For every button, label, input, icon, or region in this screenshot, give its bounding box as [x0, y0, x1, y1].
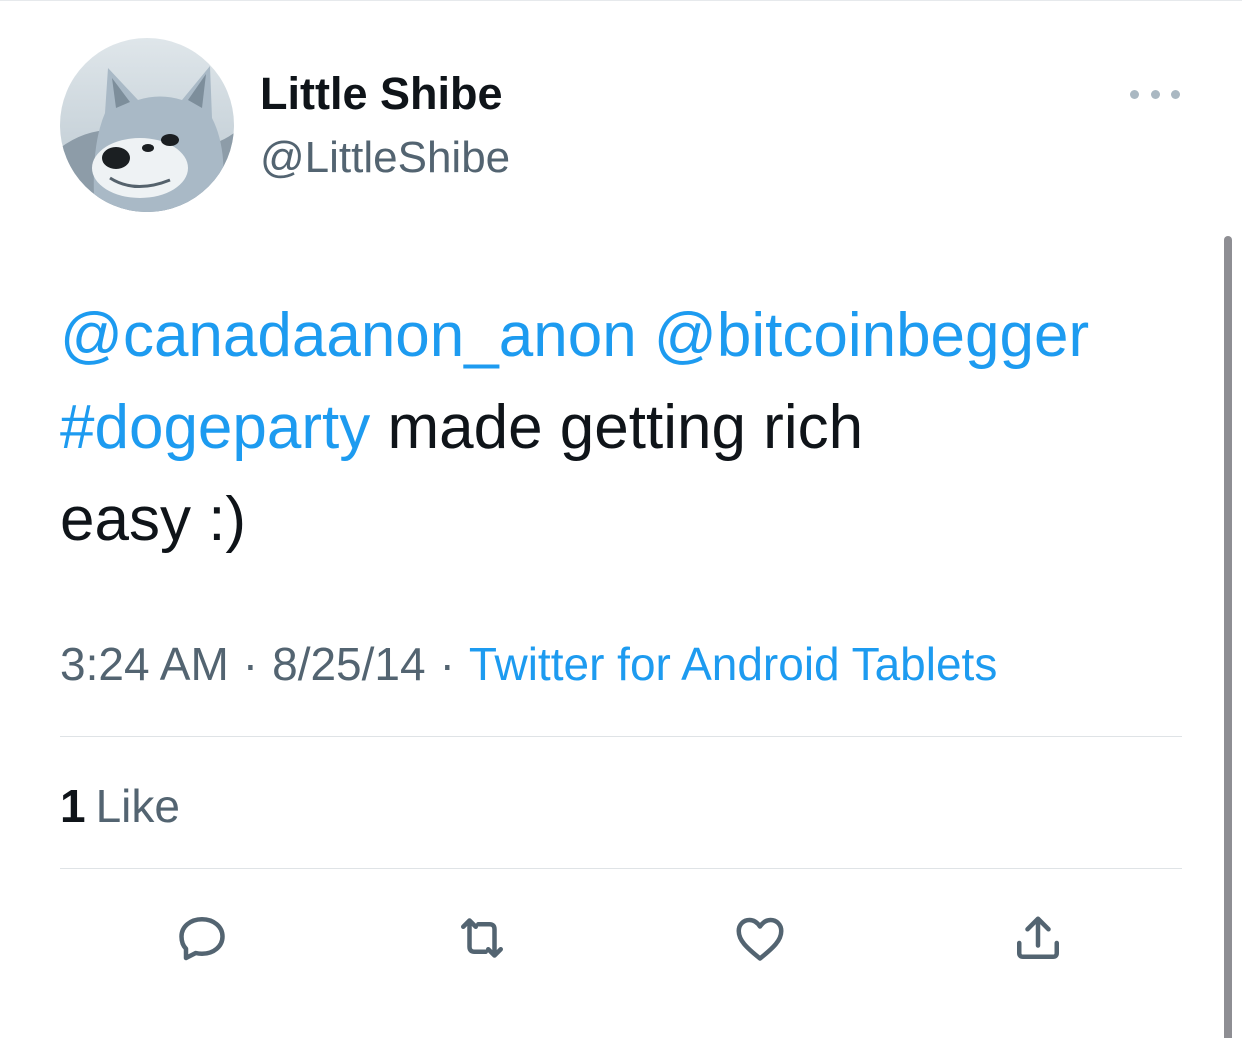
mention-link[interactable]: @bitcoinbegger — [654, 301, 1089, 370]
divider — [60, 736, 1182, 737]
hashtag-link[interactable]: #dogeparty — [60, 393, 370, 462]
tweet-line-1: @canadaanon_anon @bitcoinbegger — [60, 290, 1200, 382]
tweet-date[interactable]: 8/25/14 — [272, 638, 425, 690]
user-handle[interactable]: @LittleShibe — [260, 132, 510, 184]
tweet-meta: 3:24 AM · 8/25/14 · Twitter for Android Tabl… — [60, 636, 997, 692]
retweet-button[interactable] — [450, 906, 514, 970]
like-button[interactable] — [728, 906, 792, 970]
tweet-text-part: easy :) — [60, 485, 247, 554]
tweet-line-3: easy :) — [60, 474, 1200, 566]
like-icon — [736, 917, 784, 961]
tweet-source-link[interactable]: Twitter for Android Tablets — [469, 638, 997, 690]
more-horizontal-icon-dot — [1150, 89, 1160, 99]
scrollbar[interactable] — [1224, 236, 1232, 1038]
meta-separator: · — [439, 638, 455, 690]
reply-button[interactable] — [170, 906, 234, 970]
tweet-line-2: #dogeparty made getting rich — [60, 382, 1200, 474]
shiba-dog-avatar-icon — [60, 38, 234, 212]
tweet-text: @canadaanon_anon @bitcoinbegger #dogepar… — [60, 290, 1200, 566]
more-horizontal-icon-dot — [1171, 89, 1180, 99]
share-button[interactable] — [1006, 906, 1070, 970]
display-name[interactable]: Little Shibe — [260, 68, 503, 120]
more-options-button[interactable] — [1130, 80, 1180, 108]
meta-separator: · — [242, 638, 259, 690]
tweet-text-part: made getting rich — [387, 393, 864, 462]
likes-stat[interactable]: 1 Like — [60, 778, 180, 834]
divider — [60, 868, 1182, 869]
retweet-icon — [461, 918, 503, 958]
likes-label: Like — [95, 780, 180, 832]
avatar[interactable] — [60, 38, 234, 212]
likes-count: 1 — [60, 780, 86, 832]
mention-link[interactable]: @canadaanon_anon — [60, 301, 637, 370]
tweet-time[interactable]: 3:24 AM — [60, 638, 229, 690]
share-icon — [1017, 916, 1059, 959]
reply-icon — [179, 917, 225, 961]
more-horizontal-icon — [1130, 89, 1139, 99]
top-border — [0, 0, 1242, 1]
